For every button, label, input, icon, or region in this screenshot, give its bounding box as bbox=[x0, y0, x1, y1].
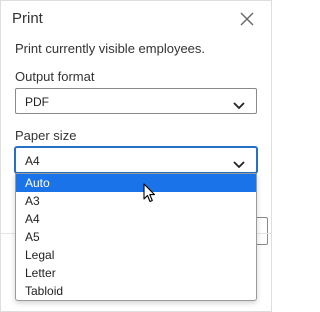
dialog-description: Print currently visible employees. bbox=[15, 41, 206, 56]
chevron-down-icon bbox=[233, 97, 245, 110]
option-tabloid[interactable]: Tabloid bbox=[16, 282, 256, 300]
print-button-edge[interactable] bbox=[256, 217, 268, 245]
output-format-value: PDF bbox=[25, 95, 49, 109]
output-format-select[interactable]: PDF bbox=[15, 88, 257, 114]
paper-size-dropdown: Auto A3 A4 A5 Legal Letter Tabloid bbox=[15, 173, 257, 301]
option-a3[interactable]: A3 bbox=[16, 192, 256, 210]
paper-size-label: Paper size bbox=[15, 128, 77, 143]
output-format-label: Output format bbox=[15, 69, 95, 84]
option-a4[interactable]: A4 bbox=[16, 210, 256, 228]
option-legal[interactable]: Legal bbox=[16, 246, 256, 264]
close-icon[interactable] bbox=[239, 11, 255, 27]
paper-size-value: A4 bbox=[25, 154, 40, 168]
chevron-down-icon bbox=[233, 156, 245, 169]
option-a5[interactable]: A5 bbox=[16, 228, 256, 246]
paper-size-select[interactable]: A4 bbox=[15, 147, 257, 173]
option-auto[interactable]: Auto bbox=[16, 174, 256, 192]
option-letter[interactable]: Letter bbox=[16, 264, 256, 282]
dialog-title: Print bbox=[12, 10, 43, 27]
